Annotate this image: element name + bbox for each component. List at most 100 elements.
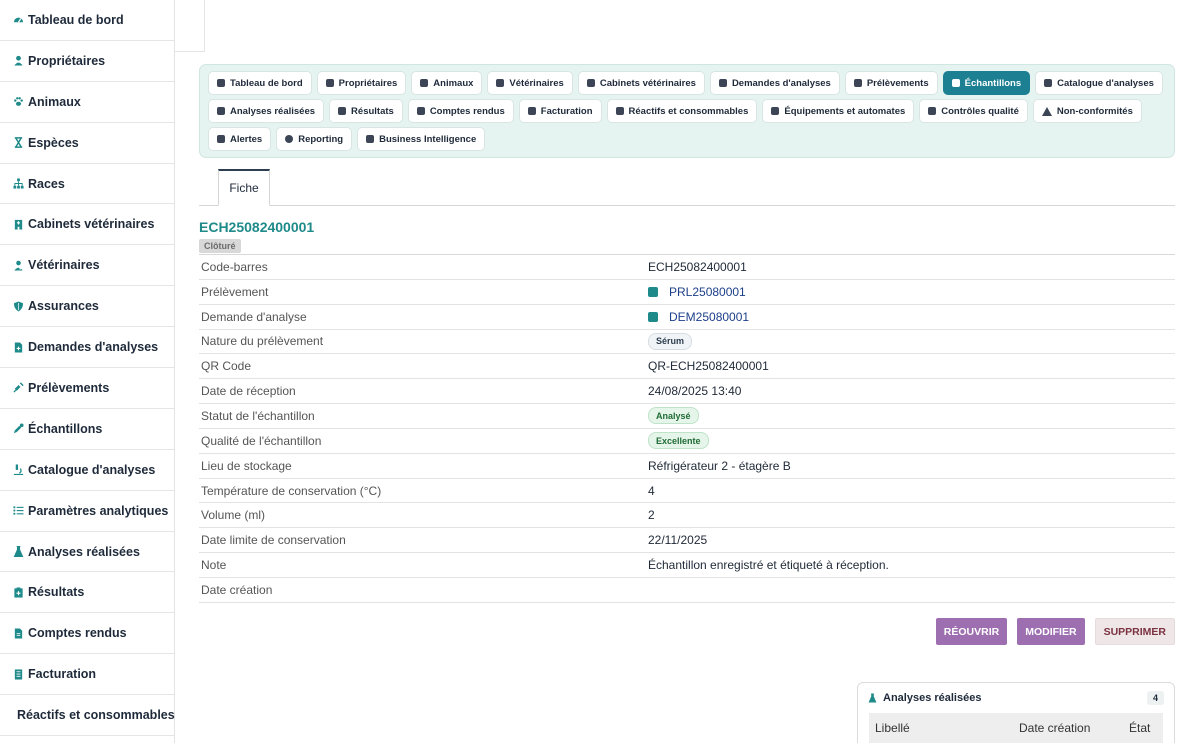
module-samplings-button[interactable]: Prélèvements — [844, 71, 938, 95]
sampling-link[interactable]: PRL25080001 — [669, 285, 746, 299]
sidebar-item-requests[interactable]: Demandes d'analyses — [0, 327, 174, 369]
sidebar-item-label: Réactifs et consommables — [17, 708, 175, 723]
shield-icon — [13, 301, 24, 312]
column-header-label[interactable]: Libellé — [869, 721, 1019, 735]
sidebar-item-owners[interactable]: Propriétaires — [0, 41, 174, 82]
record-link-icon — [648, 286, 658, 297]
field-value: Excellente — [648, 432, 709, 450]
doctor-icon — [14, 260, 23, 271]
field-value: PRL25080001 — [648, 285, 746, 299]
detail-row: Prélèvement PRL25080001 — [199, 280, 1175, 305]
qr-code-value: QR-ECH25082400001 — [648, 359, 769, 374]
module-requests-button[interactable]: Demandes d'analyses — [709, 71, 840, 95]
module-nonconformities-button[interactable]: Non-conformités — [1032, 99, 1142, 123]
module-reports-button[interactable]: Comptes rendus — [407, 99, 514, 123]
sidebar-item-label: Assurances — [28, 299, 99, 314]
detail-row: Statut de l'échantillon Analysé — [199, 404, 1175, 429]
record-detail-table: Code-barres ECH25082400001 Prélèvement P… — [199, 254, 1175, 603]
sidebar-item-samples[interactable]: Échantillons — [0, 409, 174, 450]
module-vets-button[interactable]: Vétérinaires — [487, 71, 573, 95]
sidebar-item-animals[interactable]: Animaux — [0, 82, 174, 123]
sidebar: Tableau de bord Propriétaires Animaux Es… — [0, 0, 175, 743]
module-label: Facturation — [540, 105, 593, 117]
module-label: Propriétaires — [338, 77, 398, 89]
file-icon — [14, 628, 23, 639]
reopen-button[interactable]: RÉOUVRIR — [935, 618, 1008, 645]
module-reporting-button[interactable]: Reporting — [276, 127, 353, 151]
sidebar-item-species[interactable]: Espèces — [0, 123, 174, 164]
sidebar-item-label: Prélèvements — [28, 380, 110, 395]
request-link[interactable]: DEM25080001 — [669, 310, 749, 324]
sidebar-item-label: Vétérinaires — [28, 258, 100, 273]
module-reagents-button[interactable]: Réactifs et consommables — [606, 99, 758, 123]
edit-button[interactable]: MODIFIER — [1017, 618, 1085, 645]
sidebar-item-parameters[interactable]: Paramètres analytiques — [0, 491, 174, 532]
field-label: Statut de l'échantillon — [201, 408, 315, 423]
module-label: Échantillons — [964, 77, 1022, 89]
paw-icon — [420, 79, 429, 87]
sidebar-item-dashboard[interactable]: Tableau de bord — [0, 0, 174, 41]
field-label: Volume (ml) — [201, 508, 266, 523]
module-catalog-button[interactable]: Catalogue d'analyses — [1035, 71, 1163, 95]
volume-value: 2 — [648, 508, 655, 523]
field-label: Prélèvement — [201, 284, 269, 299]
sidebar-corner — [175, 0, 205, 52]
module-animals-button[interactable]: Animaux — [411, 71, 483, 95]
cogs-icon — [771, 107, 780, 115]
module-label: Non-conformités — [1056, 105, 1133, 117]
tab-fiche[interactable]: Fiche — [218, 169, 270, 206]
module-clinics-button[interactable]: Cabinets vétérinaires — [577, 71, 705, 95]
module-label: Alertes — [230, 133, 263, 145]
sidebar-item-reagents[interactable]: Réactifs et consommables — [0, 695, 175, 737]
field-label: Code-barres — [201, 259, 268, 274]
module-alerts-button[interactable]: Alertes — [208, 127, 272, 151]
notes-medical-icon — [14, 587, 23, 598]
module-owners-button[interactable]: Propriétaires — [316, 71, 407, 95]
module-label: Réactifs et consommables — [628, 105, 749, 117]
flask-icon — [217, 107, 225, 115]
nature-badge: Sérum — [648, 332, 693, 350]
dashboard-icon — [13, 18, 24, 24]
eyedropper-icon — [951, 79, 960, 87]
card-header: Analyses réalisées 4 — [858, 683, 1174, 713]
performed-analyses-card: Analyses réalisées 4 Libellé Date créati… — [857, 682, 1175, 743]
detail-row: QR Code QR-ECH25082400001 — [199, 354, 1175, 380]
sidebar-item-breeds[interactable]: Races — [0, 164, 174, 205]
column-header-date[interactable]: Date création — [1019, 721, 1129, 735]
column-header-state[interactable]: État — [1129, 721, 1150, 735]
module-billing-button[interactable]: Facturation — [518, 99, 602, 123]
module-samples-button[interactable]: Échantillons — [942, 71, 1031, 95]
sidebar-item-reports[interactable]: Comptes rendus — [0, 613, 174, 655]
detail-row: Température de conservation (°C) 4 — [199, 479, 1175, 504]
sidebar-item-catalog[interactable]: Catalogue d'analyses — [0, 450, 174, 491]
detail-row: Nature du prélèvement Sérum — [199, 330, 1175, 355]
detail-row: Note Échantillon enregistré et étiqueté … — [199, 553, 1175, 578]
sidebar-item-performed-analyses[interactable]: Analyses réalisées — [0, 532, 174, 573]
temperature-value: 4 — [648, 483, 655, 498]
sidebar-item-label: Comptes rendus — [28, 626, 127, 641]
syringe-icon — [13, 382, 24, 393]
module-navigation: Tableau de bord Propriétaires Animaux Vé… — [199, 64, 1175, 158]
module-results-button[interactable]: Résultats — [329, 99, 403, 123]
sidebar-item-samplings[interactable]: Prélèvements — [0, 368, 174, 409]
record-title: ECH25082400001 — [199, 219, 315, 235]
sidebar-item-label: Analyses réalisées — [28, 544, 140, 559]
module-quality-control-button[interactable]: Contrôles qualité — [919, 99, 1028, 123]
table-header: Libellé Date création État — [869, 713, 1163, 743]
module-bi-button[interactable]: Business Intelligence — [357, 127, 486, 151]
module-equipment-button[interactable]: Équipements et automates — [762, 99, 915, 123]
module-dashboard-button[interactable]: Tableau de bord — [208, 71, 312, 95]
sidebar-item-vets[interactable]: Vétérinaires — [0, 245, 174, 287]
record-link-icon — [648, 311, 658, 322]
file-medical-icon — [718, 79, 727, 87]
sidebar-item-results[interactable]: Résultats — [0, 572, 174, 614]
detail-row: Date de réception 24/08/2025 13:40 — [199, 379, 1175, 405]
chart-line-icon — [366, 135, 375, 143]
sidebar-item-billing[interactable]: Facturation — [0, 654, 174, 696]
sidebar-item-insurance[interactable]: Assurances — [0, 286, 174, 328]
sidebar-item-clinics[interactable]: Cabinets vétérinaires — [0, 204, 174, 246]
module-performed-analyses-button[interactable]: Analyses réalisées — [208, 99, 325, 123]
sidebar-item-label: Cabinets vétérinaires — [28, 217, 155, 232]
delete-button[interactable]: SUPPRIMER — [1094, 618, 1175, 645]
syringe-icon — [853, 79, 862, 87]
